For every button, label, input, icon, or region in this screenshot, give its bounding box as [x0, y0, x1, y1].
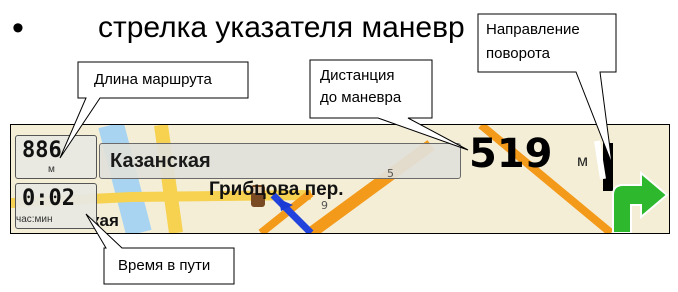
turn-right-arrow-icon	[594, 140, 669, 233]
map-house-number: 5	[387, 167, 394, 180]
callout-turn-direction-line1: Направление	[486, 21, 580, 38]
travel-time-unit: час:мин	[16, 214, 53, 225]
route-length-value: 886	[22, 138, 62, 163]
travel-time-value: 0:02	[22, 186, 75, 211]
callout-route-length-text: Длина маршрута	[94, 71, 212, 88]
slide-bullet: •	[12, 9, 24, 47]
callout-turn-direction-line2: поворота	[486, 45, 551, 62]
callout-maneuver-distance-line2: до маневра	[320, 89, 402, 106]
map-house-number: 9	[321, 199, 328, 212]
slide-bullet-text: стрелка указателя маневр	[98, 11, 465, 44]
maneuver-distance-unit: м	[577, 153, 588, 170]
maneuver-distance-value: 519	[469, 131, 553, 177]
route-length-unit: м	[48, 164, 55, 175]
route-length-box: 886 м	[15, 135, 97, 179]
current-street-name: Казанская	[110, 150, 211, 172]
navigation-bar: Казанская Грибцова пер. 5 9 кая 886 м 0:…	[10, 124, 670, 234]
callout-travel-time-text: Время в пути	[118, 257, 211, 274]
street-name-bar: Казанская	[99, 143, 461, 179]
callout-maneuver-distance-line1: Дистанция	[320, 67, 395, 84]
travel-time-box: 0:02 час:мин	[15, 183, 97, 229]
map-street-label: Грибцова пер.	[209, 179, 344, 200]
